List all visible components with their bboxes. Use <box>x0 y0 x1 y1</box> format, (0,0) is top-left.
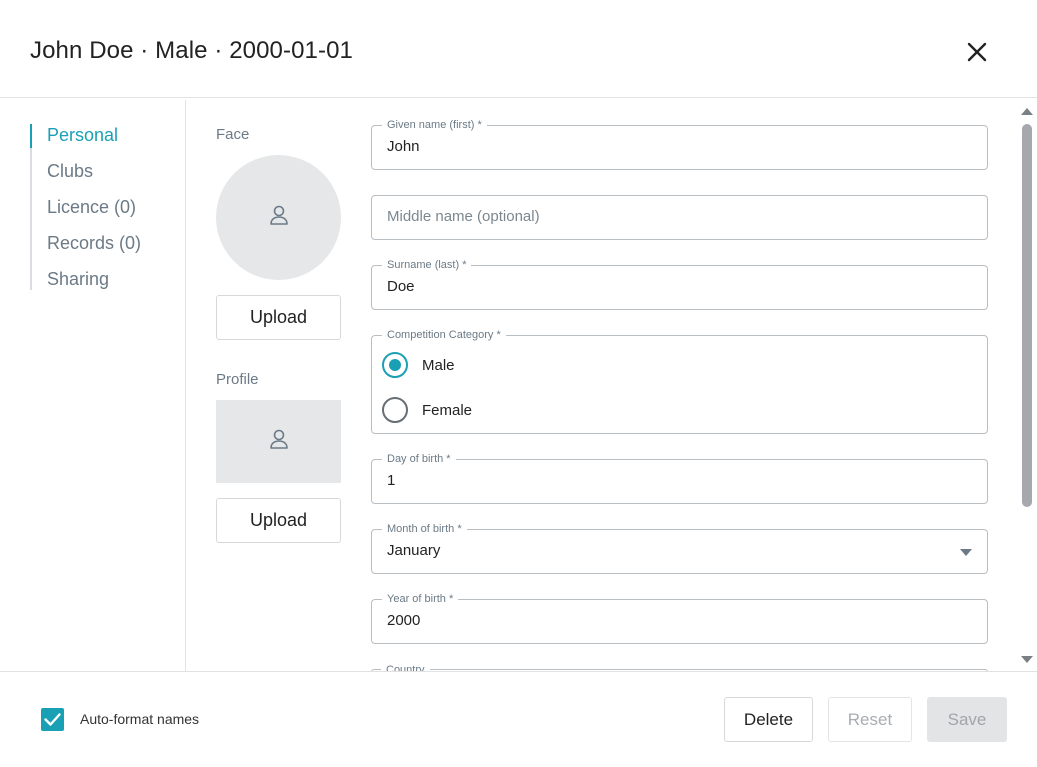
given-name-label: Given name (first) * <box>382 118 487 132</box>
face-upload-button[interactable]: Upload <box>216 295 341 340</box>
month-of-birth-select[interactable]: Month of birth * January <box>371 522 988 574</box>
month-of-birth-value: January <box>387 542 441 559</box>
competition-category-group: Competition Category * Male Female <box>371 328 988 434</box>
year-of-birth-value: 2000 <box>387 612 421 629</box>
day-of-birth-value: 1 <box>387 472 396 489</box>
profile-photo <box>216 400 341 483</box>
nav-divider <box>185 100 186 672</box>
middle-name-placeholder: Middle name (optional) <box>387 208 540 225</box>
nav-item-personal[interactable]: Personal <box>47 125 118 146</box>
category-option-male[interactable]: Male <box>382 352 455 378</box>
middle-name-field[interactable]: Middle name (optional) <box>371 195 988 240</box>
radio-male[interactable] <box>382 352 408 378</box>
profile-upload-button[interactable]: Upload <box>216 498 341 543</box>
given-name-value: John <box>387 138 420 155</box>
chevron-down-icon[interactable] <box>960 549 972 556</box>
nav-item-records[interactable]: Records (0) <box>47 233 141 254</box>
save-button[interactable]: Save <box>927 697 1007 742</box>
dialog-title: John Doe · Male · 2000-01-01 <box>30 37 353 64</box>
checkmark-icon <box>41 713 64 735</box>
nav-track <box>30 124 32 290</box>
surname-label: Surname (last) * <box>382 258 472 272</box>
auto-format-checkbox[interactable] <box>41 708 64 731</box>
person-icon <box>269 428 289 455</box>
reset-button[interactable]: Reset <box>828 697 912 742</box>
radio-female[interactable] <box>382 397 408 423</box>
given-name-field[interactable]: Given name (first) * John <box>371 118 988 170</box>
radio-female-label: Female <box>422 401 473 419</box>
month-of-birth-label: Month of birth * <box>382 522 467 536</box>
nav-item-sharing[interactable]: Sharing <box>47 269 109 290</box>
delete-button[interactable]: Delete <box>724 697 813 742</box>
year-of-birth-field[interactable]: Year of birth * 2000 <box>371 592 988 644</box>
surname-value: Doe <box>387 278 415 295</box>
category-option-female[interactable]: Female <box>382 397 472 423</box>
face-label: Face <box>216 126 250 143</box>
nav-active-indicator <box>30 124 32 148</box>
scroll-up-arrow-icon[interactable] <box>1021 108 1033 115</box>
surname-field[interactable]: Surname (last) * Doe <box>371 258 988 310</box>
face-photo <box>216 155 341 280</box>
scroll-down-arrow-icon[interactable] <box>1021 656 1033 663</box>
auto-format-label: Auto-format names <box>80 711 200 727</box>
profile-label: Profile <box>216 371 259 388</box>
day-of-birth-field[interactable]: Day of birth * 1 <box>371 452 988 504</box>
year-of-birth-label: Year of birth * <box>382 592 459 606</box>
competition-category-label: Competition Category * <box>382 328 506 342</box>
nav-item-clubs[interactable]: Clubs <box>47 161 93 182</box>
nav-item-licence[interactable]: Licence (0) <box>47 197 136 218</box>
person-icon <box>269 204 289 231</box>
radio-male-label: Male <box>422 356 455 374</box>
scrollbar-thumb[interactable] <box>1022 124 1032 507</box>
dialog-header: John Doe · Male · 2000-01-01 <box>0 0 1037 98</box>
close-icon[interactable] <box>962 37 992 67</box>
day-of-birth-label: Day of birth * <box>382 452 456 466</box>
